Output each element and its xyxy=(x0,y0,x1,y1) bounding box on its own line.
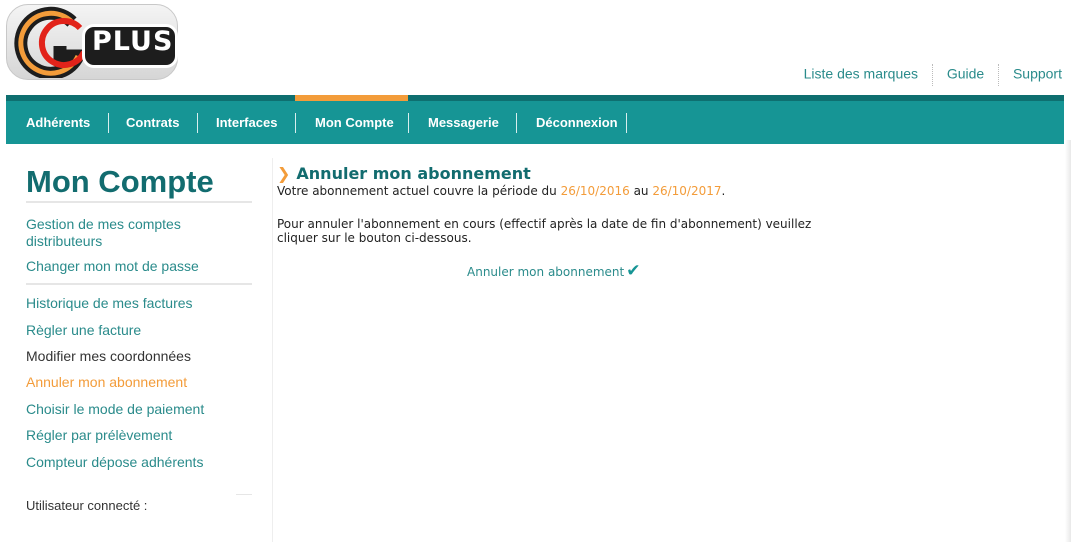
nav-separator xyxy=(295,113,296,133)
main-nav: Adhérents Contrats Interfaces Mon Compte… xyxy=(6,101,1064,144)
nav-item-messagerie[interactable]: Messagerie xyxy=(428,101,499,144)
cancel-subscription-label: Annuler mon abonnement xyxy=(467,265,625,279)
sidebar-divider xyxy=(236,494,252,495)
subscription-period: Votre abonnement actuel couvre la périod… xyxy=(277,184,725,198)
nav-item-deconnexion[interactable]: Déconnexion xyxy=(536,101,618,144)
period-suffix: . xyxy=(721,184,726,198)
sidebar-divider xyxy=(26,283,252,285)
nav-item-adherents[interactable]: Adhérents xyxy=(26,101,90,144)
top-link-separator xyxy=(998,64,1000,86)
period-prefix: Votre abonnement actuel couvre la périod… xyxy=(277,184,561,198)
brand-logo[interactable]: PLUS xyxy=(6,4,178,80)
cancel-instructions: Pour annuler l'abonnement en cours (effe… xyxy=(277,217,812,245)
sidebar-title: Mon Compte xyxy=(26,164,214,199)
check-icon: ✔ xyxy=(626,261,641,281)
nav-separator xyxy=(108,113,109,133)
sidebar-item-annuler-abonnement[interactable]: Annuler mon abonnement xyxy=(26,374,246,391)
sidebar-item-changer-mot-de-passe[interactable]: Changer mon mot de passe xyxy=(26,258,246,275)
nav-separator xyxy=(408,113,409,133)
sidebar-item-gestion-comptes[interactable]: Gestion de mes comptes distributeurs xyxy=(26,216,246,250)
sidebar-divider xyxy=(26,201,252,203)
page-heading: ❯ Annuler mon abonnement xyxy=(277,164,531,183)
sidebar: Mon Compte Gestion de mes comptes distri… xyxy=(0,146,272,542)
cancel-subscription-button[interactable]: Annuler mon abonnement ✔ xyxy=(467,261,640,281)
right-edge-shade xyxy=(1065,140,1071,542)
top-link-separator xyxy=(931,64,933,86)
nav-separator xyxy=(197,113,198,133)
nav-item-contrats[interactable]: Contrats xyxy=(126,101,179,144)
sidebar-item-modifier-coordonnees[interactable]: Modifier mes coordonnées xyxy=(26,348,246,365)
top-link-guide[interactable]: Guide xyxy=(947,66,984,82)
top-link-liste-des-marques[interactable]: Liste des marques xyxy=(804,66,918,82)
connected-user-label: Utilisateur connecté : xyxy=(26,498,148,513)
period-mid: au xyxy=(629,184,653,198)
page-heading-text: Annuler mon abonnement xyxy=(296,164,531,183)
sidebar-item-historique-factures[interactable]: Historique de mes factures xyxy=(26,295,246,312)
sidebar-item-regler-prelevement[interactable]: Régler par prélèvement xyxy=(26,427,246,444)
top-link-support[interactable]: Support xyxy=(1013,66,1062,82)
nav-item-interfaces[interactable]: Interfaces xyxy=(216,101,277,144)
nav-separator xyxy=(626,113,627,133)
nav-item-mon-compte[interactable]: Mon Compte xyxy=(315,101,394,144)
date-start: 26/10/2016 xyxy=(560,184,630,198)
sidebar-item-mode-paiement[interactable]: Choisir le mode de paiement xyxy=(26,401,246,418)
logo-plus-text: PLUS xyxy=(92,26,174,57)
content-divider xyxy=(272,158,273,542)
nav-separator xyxy=(516,113,517,133)
chevron-right-icon: ❯ xyxy=(277,164,291,183)
top-links: Liste des marques Guide Support xyxy=(804,64,1062,86)
sidebar-item-regler-facture[interactable]: Règler une facture xyxy=(26,322,246,339)
sidebar-item-compteur-depose[interactable]: Compteur dépose adhérents xyxy=(26,454,246,471)
date-end: 26/10/2017 xyxy=(652,184,722,198)
